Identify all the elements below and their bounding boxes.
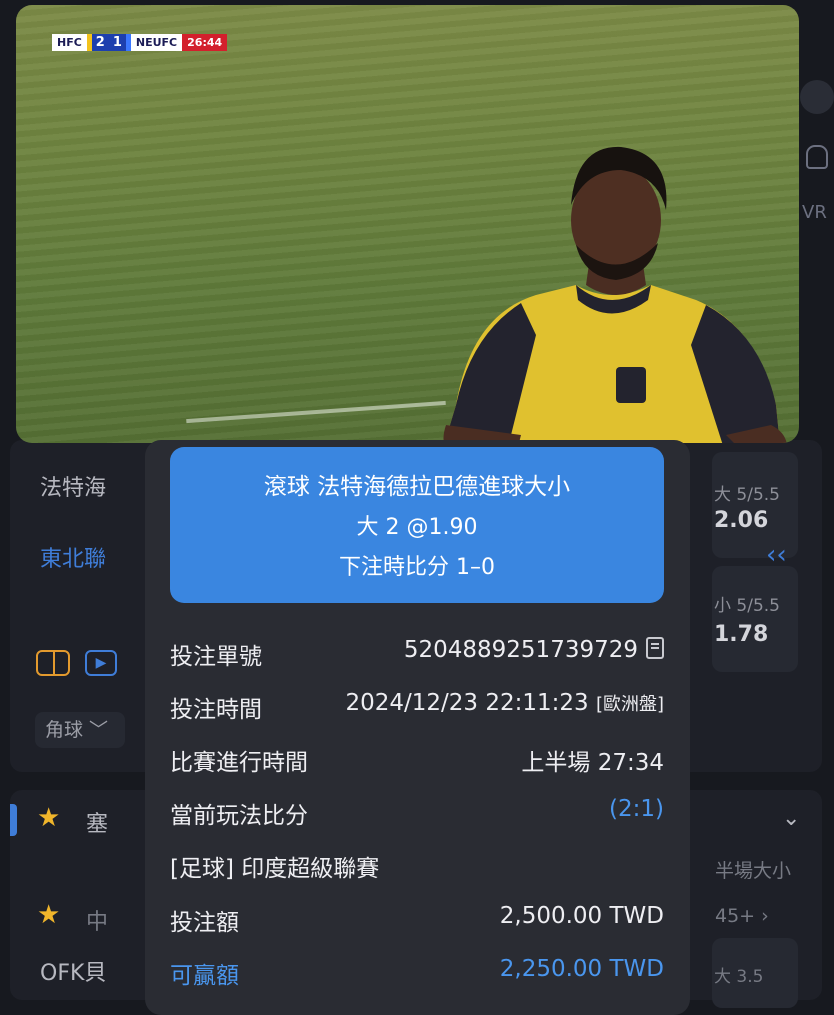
star-icon[interactable]: ★ bbox=[37, 900, 60, 930]
video-play-icon[interactable]: ▶ bbox=[85, 650, 117, 676]
bet-slip-header: 滾球 法特海德拉巴德進球大小 大 2 @1.90 下注時比分 1–0 bbox=[170, 447, 664, 603]
active-indicator bbox=[10, 804, 17, 836]
row-title: 中 bbox=[86, 910, 109, 935]
odds-over-value: 2.06 bbox=[714, 508, 769, 533]
side-vr-label: VR bbox=[802, 202, 827, 223]
scorebug-home-score: 2 bbox=[91, 34, 109, 51]
chevron-down-icon[interactable]: ⌄ bbox=[782, 806, 800, 831]
person-icon bbox=[806, 145, 828, 169]
bet-time-datetime: 2024/12/23 22:11:23 bbox=[345, 690, 589, 716]
win-amount-label: 可贏額 bbox=[170, 963, 239, 989]
scorebug-away-score: 1 bbox=[108, 34, 126, 51]
bet-market-title: 滾球 法特海德拉巴德進球大小 bbox=[263, 474, 571, 500]
score-at-bet: 下注時比分 1–0 bbox=[339, 555, 495, 580]
pitch-icon[interactable] bbox=[36, 650, 70, 676]
live-video-player[interactable]: HFC 2 1 NEUFC 26:44 bbox=[16, 5, 799, 443]
scorebug-away: NEUFC bbox=[130, 34, 183, 51]
more-markets-count[interactable]: 45+ › bbox=[715, 905, 769, 927]
scorebug-clock: 26:44 bbox=[182, 34, 228, 51]
copy-icon[interactable] bbox=[646, 637, 664, 659]
odds-format: [歐洲盤] bbox=[595, 694, 664, 715]
scorebug-home: HFC bbox=[52, 34, 87, 51]
section-title: 塞 bbox=[86, 812, 109, 837]
match-time-label: 比賽進行時間 bbox=[170, 750, 308, 776]
stake-value: 2,500.00 TWD bbox=[499, 903, 664, 929]
odds-under-button[interactable] bbox=[712, 566, 798, 672]
scorebug: HFC 2 1 NEUFC 26:44 bbox=[52, 34, 228, 51]
odds-under-value: 1.78 bbox=[714, 622, 769, 647]
stake-label: 投注額 bbox=[170, 910, 239, 936]
bet-id-label: 投注單號 bbox=[170, 644, 262, 670]
team-name[interactable]: OFK貝 bbox=[40, 955, 106, 987]
player-figure bbox=[443, 146, 787, 443]
odds-over-label: 大 5/5.5 bbox=[714, 485, 780, 505]
current-score-value: (2:1) bbox=[609, 796, 664, 822]
odds-label: 大 3.5 bbox=[714, 967, 764, 987]
current-score-label: 當前玩法比分 bbox=[170, 803, 308, 829]
bet-id-number: 5204889251739729 bbox=[403, 637, 638, 663]
star-icon[interactable]: ★ bbox=[37, 803, 60, 833]
match-time-value: 上半場 27:34 bbox=[521, 750, 664, 776]
bet-time-value: 2024/12/23 22:11:23 [歐洲盤] bbox=[345, 690, 664, 716]
win-amount-value: 2,250.00 TWD bbox=[499, 956, 664, 982]
league-name: [足球] 印度超級聯賽 bbox=[170, 856, 380, 882]
half-total-label: 半場大小 bbox=[715, 860, 792, 882]
bet-id-value: 5204889251739729 bbox=[404, 637, 664, 663]
team-home-name[interactable]: 法特海 bbox=[40, 470, 106, 502]
side-avatar bbox=[800, 80, 834, 114]
corner-filter-dropdown[interactable]: 角球 ﹀ bbox=[35, 712, 125, 748]
bet-selection: 大 2 @1.90 bbox=[356, 515, 478, 540]
bet-time-label: 投注時間 bbox=[170, 697, 262, 723]
odds-under-label: 小 5/5.5 bbox=[714, 596, 780, 616]
team-away-name[interactable]: 東北聯 bbox=[40, 541, 106, 573]
